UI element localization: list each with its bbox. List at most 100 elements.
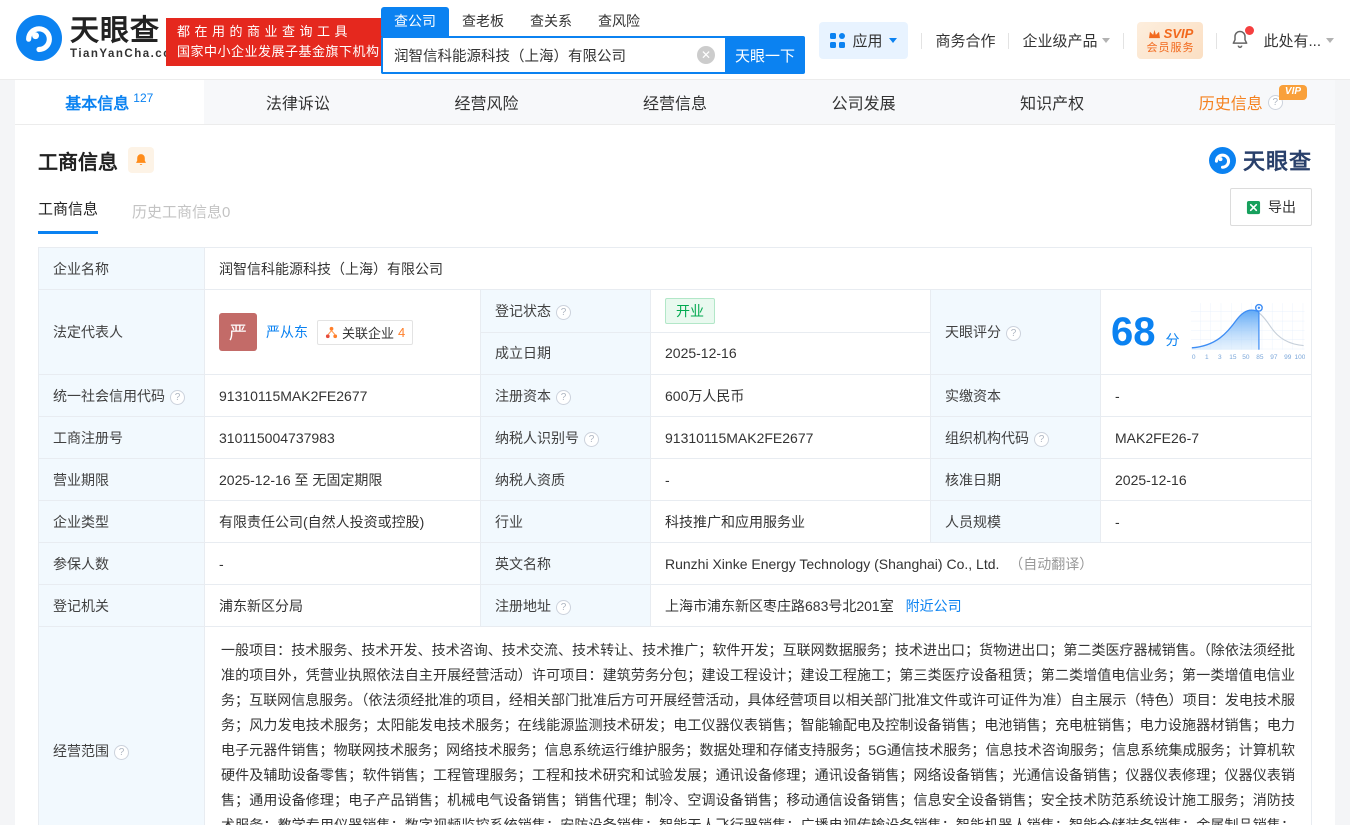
table-row: 工商注册号 310115004737983 纳税人识别号? 91310115MA… xyxy=(39,417,1312,459)
top-header: 天眼查 TianYanCha.com 都在用的商业查询工具 国家中小企业发展子基… xyxy=(0,0,1350,80)
section-title: 工商信息 xyxy=(38,146,118,175)
field-label: 纳税人资质 xyxy=(481,459,651,501)
insured-count-value: - xyxy=(205,543,481,585)
reg-number-value: 310115004737983 xyxy=(205,417,481,459)
enterprise-product-menu[interactable]: 企业级产品 xyxy=(1022,30,1110,51)
business-scope-value: 一般项目：技术服务、技术开发、技术咨询、技术交流、技术转让、技术推广；软件开发；… xyxy=(205,627,1312,825)
search-button[interactable]: 天眼一下 xyxy=(725,36,805,74)
caret-down-icon xyxy=(889,38,897,43)
tab-intellectual-property[interactable]: 知识产权 xyxy=(958,80,1147,124)
subtab-business-registration[interactable]: 工商信息 xyxy=(38,198,98,234)
user-menu[interactable]: 此处有... xyxy=(1263,30,1334,51)
vip-badge: VIP xyxy=(1279,85,1307,100)
notification-dot xyxy=(1245,26,1254,35)
tianyancha-logo[interactable]: 天眼查 TianYanCha.com xyxy=(16,15,183,61)
field-label-text: 纳税人识别号 xyxy=(495,430,579,446)
related-label: 关联企业 xyxy=(342,323,394,342)
notifications-button[interactable] xyxy=(1230,29,1250,53)
english-name-cell: Runzhi Xinke Energy Technology (Shanghai… xyxy=(651,543,1312,585)
question-icon[interactable]: ? xyxy=(1006,326,1021,341)
svg-text:3: 3 xyxy=(1217,354,1221,361)
business-term-value: 2025-12-16 至 无固定期限 xyxy=(205,459,481,501)
user-menu-label: 此处有... xyxy=(1263,30,1321,51)
svg-text:85: 85 xyxy=(1256,354,1264,361)
tab-basic-info[interactable]: 基本信息 127 xyxy=(15,80,204,124)
slogan-line2: 国家中小企业发展子基金旗下机构 xyxy=(177,42,380,62)
svg-text:100: 100 xyxy=(1294,354,1305,361)
divider xyxy=(1008,33,1009,49)
slogan-line1: 都在用的商业查询工具 xyxy=(177,22,380,42)
search-clear-icon[interactable]: ✕ xyxy=(697,46,715,64)
apps-menu[interactable]: 应用 xyxy=(819,22,908,59)
org-code-value: MAK2FE26-7 xyxy=(1101,417,1312,459)
question-icon[interactable]: ? xyxy=(1034,432,1049,447)
field-label-text: 注册资本 xyxy=(495,388,551,404)
question-icon[interactable]: ? xyxy=(556,305,571,320)
export-label: 导出 xyxy=(1268,197,1296,217)
svip-member-button[interactable]: SVIP 会员服务 xyxy=(1137,22,1203,59)
svg-text:1: 1 xyxy=(1204,354,1208,361)
reg-address-value: 上海市浦东新区枣庄路683号北201室 xyxy=(665,598,894,614)
staff-size-value: - xyxy=(1101,501,1312,543)
related-network-icon xyxy=(325,326,338,339)
search-tab-company[interactable]: 查公司 xyxy=(381,7,449,36)
table-row: 企业名称 润智信科能源科技（上海）有限公司 xyxy=(39,248,1312,290)
reg-authority-value: 浦东新区分局 xyxy=(205,585,481,627)
establish-date-value: 2025-12-16 xyxy=(651,332,931,375)
chart-x-axis-ticks: 0 1 3 15 50 85 97 99 100 xyxy=(1191,354,1305,361)
search-tab-relation[interactable]: 查关系 xyxy=(517,7,585,36)
subtab-history-registration[interactable]: 历史工商信息0 xyxy=(132,201,230,234)
field-label: 登记机关 xyxy=(39,585,205,627)
apps-label: 应用 xyxy=(852,30,882,51)
monitor-bell-button[interactable] xyxy=(128,147,154,173)
field-label: 组织机构代码? xyxy=(931,417,1101,459)
table-row: 法定代表人 严 严从东 关联企业 4 登记状态? xyxy=(39,290,1312,333)
divider xyxy=(921,33,922,49)
search-tab-boss[interactable]: 查老板 xyxy=(449,7,517,36)
question-icon[interactable]: ? xyxy=(556,390,571,405)
company-nav-tabs: 基本信息 127 法律诉讼 经营风险 经营信息 公司发展 知识产权 历史信息 ?… xyxy=(15,80,1335,125)
tianyan-score[interactable]: 68 分 xyxy=(1101,290,1311,374)
field-label: 营业期限 xyxy=(39,459,205,501)
field-label-text: 登记状态 xyxy=(495,303,551,319)
search-tab-risk[interactable]: 查风险 xyxy=(585,7,653,36)
table-row: 统一社会信用代码? 91310115MAK2FE2677 注册资本? 600万人… xyxy=(39,375,1312,417)
tianyancha-logo-icon xyxy=(16,15,62,61)
english-name-value: Runzhi Xinke Energy Technology (Shanghai… xyxy=(665,556,999,572)
field-label: 注册地址? xyxy=(481,585,651,627)
tab-business-risk[interactable]: 经营风险 xyxy=(392,80,581,124)
caret-down-icon xyxy=(1326,38,1334,43)
svg-text:0: 0 xyxy=(1191,354,1195,361)
tab-legal-proceedings[interactable]: 法律诉讼 xyxy=(204,80,393,124)
search-area: 查公司 查老板 查关系 查风险 ✕ 天眼一下 xyxy=(381,7,805,74)
tianyancha-logo-icon xyxy=(1209,147,1236,174)
tab-business-info[interactable]: 经营信息 xyxy=(581,80,770,124)
tab-history-info[interactable]: 历史信息 ? VIP xyxy=(1146,80,1335,124)
slogan-badge: 都在用的商业查询工具 国家中小企业发展子基金旗下机构 xyxy=(166,18,391,66)
question-icon[interactable]: ? xyxy=(170,390,185,405)
industry-value: 科技推广和应用服务业 xyxy=(651,501,931,543)
header-right-menu: 应用 商务合作 企业级产品 SVIP 会员服务 xyxy=(819,22,1334,59)
table-row: 企业类型 有限责任公司(自然人投资或控股) 行业 科技推广和应用服务业 人员规模… xyxy=(39,501,1312,543)
search-input[interactable] xyxy=(381,36,725,74)
question-icon[interactable]: ? xyxy=(114,745,129,760)
legal-rep-link[interactable]: 严从东 xyxy=(266,322,308,342)
svg-text:15: 15 xyxy=(1229,354,1237,361)
tab-label: 基本信息 xyxy=(65,90,129,114)
business-coop-link[interactable]: 商务合作 xyxy=(935,30,995,51)
tab-label: 公司发展 xyxy=(832,90,896,114)
question-icon[interactable]: ? xyxy=(584,432,599,447)
field-label: 企业类型 xyxy=(39,501,205,543)
related-companies-badge[interactable]: 关联企业 4 xyxy=(317,320,413,345)
tab-label: 经营风险 xyxy=(454,90,518,114)
field-label: 经营范围? xyxy=(39,627,205,825)
question-icon[interactable]: ? xyxy=(556,600,571,615)
legal-rep-avatar[interactable]: 严 xyxy=(219,313,257,351)
nearby-companies-link[interactable]: 附近公司 xyxy=(906,598,962,614)
export-button[interactable]: 导出 xyxy=(1230,188,1312,226)
crown-icon xyxy=(1148,29,1161,39)
field-label: 法定代表人 xyxy=(39,290,205,375)
table-row: 参保人数 - 英文名称 Runzhi Xinke Energy Technolo… xyxy=(39,543,1312,585)
field-label-text: 注册地址 xyxy=(495,598,551,614)
tab-company-development[interactable]: 公司发展 xyxy=(769,80,958,124)
